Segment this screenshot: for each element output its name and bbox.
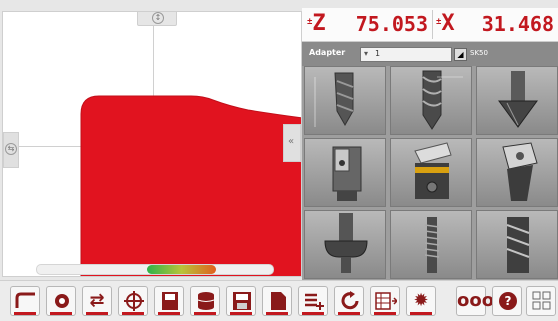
save-button[interactable] [226, 286, 256, 316]
cnc-screen: ↕ ⇆ « ±Z 75.053 ±X 31.468 Adapter ▾ 1 ◢ … [0, 0, 558, 321]
top-handle[interactable]: ↕ [137, 12, 177, 26]
part-button[interactable] [46, 286, 76, 316]
database-button[interactable] [190, 286, 220, 316]
left-handle-icon: ⇆ [5, 143, 17, 155]
document-button[interactable] [262, 286, 292, 316]
swap-icon: ⇄ [89, 290, 105, 311]
contour-button[interactable] [10, 286, 40, 316]
tool-panel-header: Adapter ▾ 1 ◢ SK50 [302, 42, 558, 66]
x-axis-value: 31.468 [481, 12, 554, 36]
simulation-viewport[interactable]: ↕ ⇆ « [2, 11, 302, 277]
z-axis-readout: ±Z 75.053 [304, 10, 433, 39]
crosshair-icon [124, 291, 144, 311]
position-readout: ±Z 75.053 ±X 31.468 [302, 8, 558, 42]
countersink-icon [498, 71, 538, 128]
tool-tile-insert-drill[interactable] [304, 138, 386, 207]
gear-icon: ✹ [413, 290, 429, 311]
more-icon: ooo [457, 290, 495, 311]
settings-button[interactable]: ✹ [406, 286, 436, 316]
tool-tile-thread-tap[interactable] [390, 210, 472, 279]
swap-button[interactable]: ⇄ [82, 286, 112, 316]
crosshair-button[interactable] [118, 286, 148, 316]
left-handle[interactable]: ⇆ [3, 132, 19, 168]
right-collapse-handle[interactable]: « [283, 124, 301, 162]
thread-tap-icon [424, 217, 440, 273]
right-collapse-icon: « [287, 136, 295, 147]
adapter-select[interactable]: ▾ 1 [360, 47, 452, 62]
progress-bar [36, 264, 274, 275]
tool-tile-twist-drill[interactable] [304, 66, 386, 135]
adapter-value: 1 [375, 49, 381, 58]
refresh-icon [341, 291, 359, 310]
gear-part-icon [55, 294, 69, 308]
insert-drill-icon [332, 146, 362, 201]
boring-bar-icon [414, 142, 452, 199]
grid-menu-button[interactable] [526, 286, 556, 316]
material-label: SK50 [470, 49, 488, 57]
save-program-icon [162, 292, 178, 310]
adapter-label: Adapter [309, 48, 346, 57]
svg-text:?: ? [505, 294, 512, 308]
progress-fill [147, 265, 216, 274]
table-export-button[interactable] [370, 286, 400, 316]
refresh-button[interactable] [334, 286, 364, 316]
contour-icon [15, 292, 35, 308]
save-program-button[interactable] [154, 286, 184, 316]
tool-tile-chamfer-insert[interactable] [476, 138, 558, 207]
database-icon [197, 292, 215, 310]
z-axis-label: Z [312, 11, 326, 36]
tool-tile-spiral-drill[interactable] [390, 66, 472, 135]
chevron-down-icon: ▾ [364, 49, 369, 58]
tool-grid [304, 66, 558, 279]
document-icon [271, 292, 286, 310]
help-button[interactable]: ? [492, 286, 522, 316]
tool-tile-countersink[interactable] [476, 66, 558, 135]
help-icon: ? [499, 292, 517, 310]
more-button[interactable]: ooo [456, 286, 495, 316]
table-export-icon [375, 292, 397, 310]
chamfer-insert-icon [502, 142, 538, 201]
end-mill-icon [506, 217, 530, 273]
tool-holder-icon[interactable]: ◢ [454, 48, 467, 61]
twist-drill-icon [314, 72, 354, 127]
spiral-drill-icon [422, 70, 463, 130]
grid-menu-icon [532, 291, 551, 310]
corner-radius-cutter-icon [324, 213, 368, 273]
tool-tile-boring-bar[interactable] [390, 138, 472, 207]
top-handle-icon: ↕ [152, 12, 164, 24]
list-add-button[interactable] [298, 286, 328, 316]
tool-tile-corner-radius-cutter[interactable] [304, 210, 386, 279]
save-icon [233, 292, 251, 310]
workpiece-shape [80, 95, 301, 276]
bottom-toolbar: ⇄ ✹ ooo ? [0, 280, 558, 321]
list-add-icon [305, 293, 324, 310]
x-axis-readout: ±X 31.468 [436, 11, 554, 36]
x-axis-label: X [441, 11, 455, 36]
z-axis-value: 75.053 [355, 12, 428, 36]
tool-library-panel: Adapter ▾ 1 ◢ SK50 [302, 42, 558, 280]
tool-tile-end-mill[interactable] [476, 210, 558, 279]
